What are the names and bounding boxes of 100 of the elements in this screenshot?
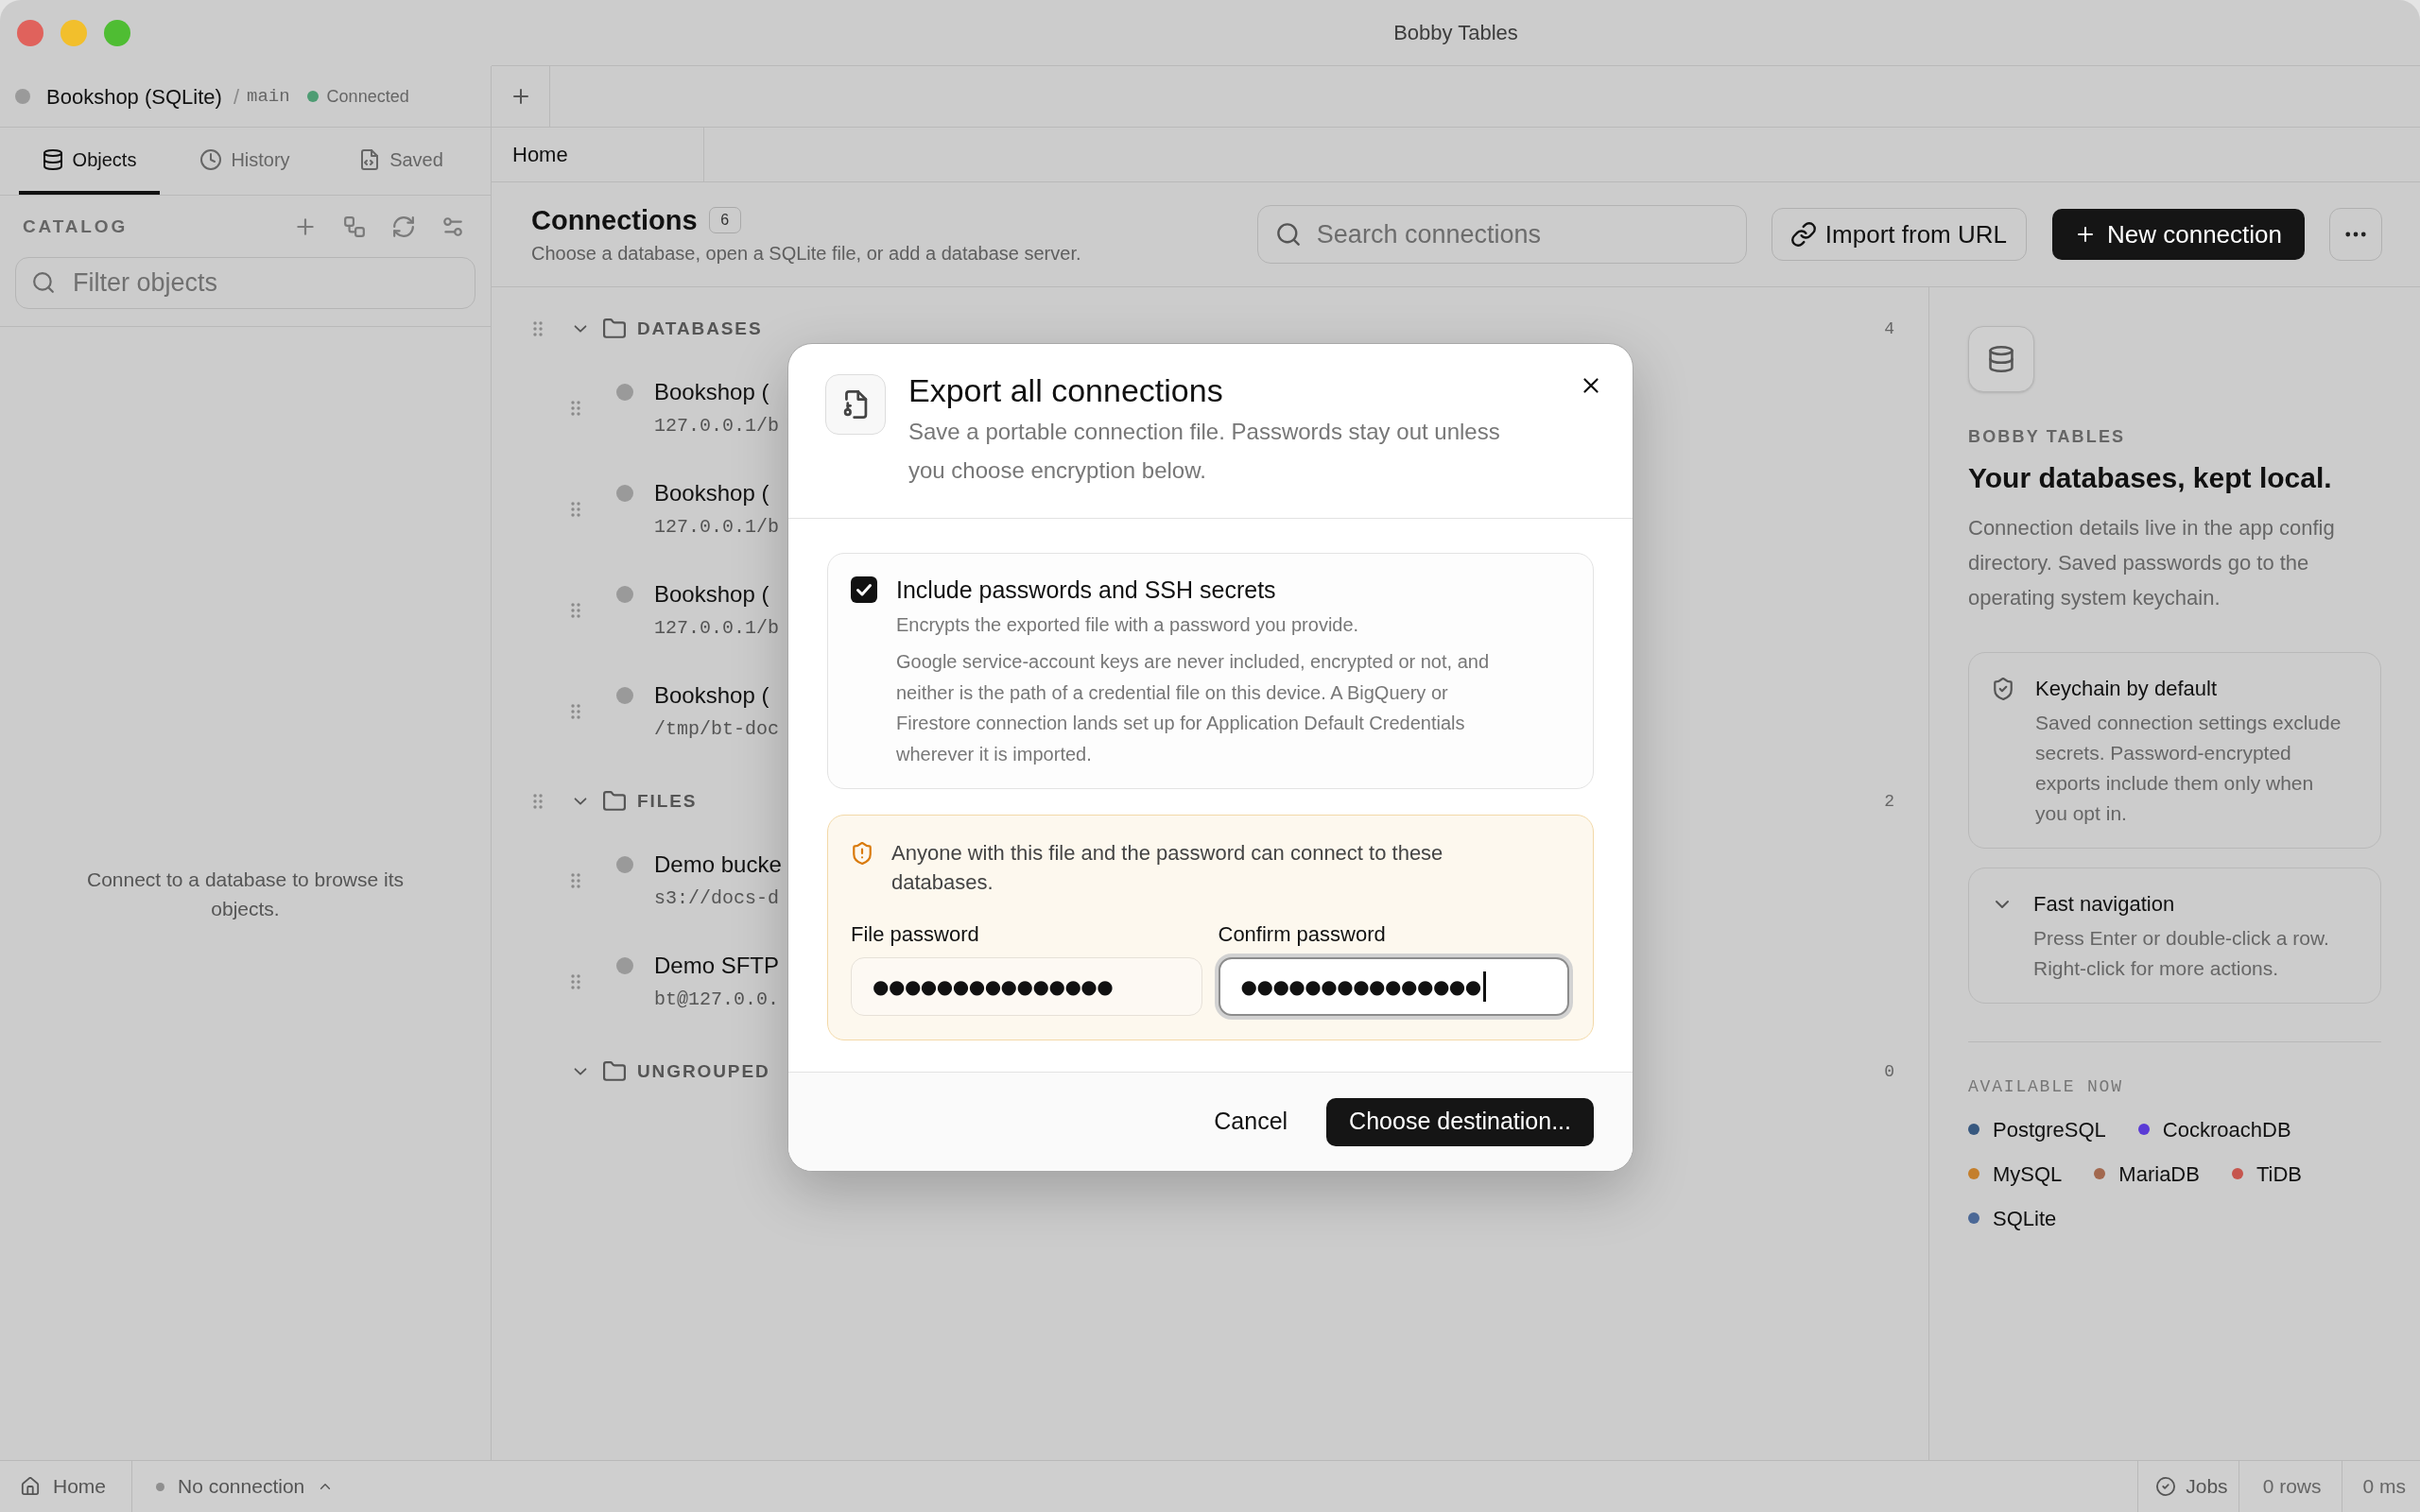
warning-text: Anyone with this file and the password can connect to these databases. [891, 840, 1444, 896]
plus-icon [2075, 224, 2096, 245]
connection-name[interactable]: Demo bucke [654, 848, 782, 881]
database-icon [1968, 326, 2034, 392]
drag-handle-icon[interactable] [571, 602, 580, 618]
panel-title: Your databases, kept local. [1968, 461, 2333, 495]
connection-address: 127.0.0.1/b [654, 514, 780, 540]
more-icon [2345, 232, 2366, 237]
connection-name[interactable]: Bookshop ( [654, 679, 780, 712]
option-label: Include passwords and SSH secrets [896, 576, 1277, 605]
linked-squares-icon[interactable] [343, 215, 366, 238]
connection-address: /tmp/bt-doc [654, 716, 780, 742]
connection-address: s3://docs-d [654, 885, 781, 911]
new-connection-button[interactable]: New connection [2052, 209, 2305, 260]
option-note: Google service-account keys are never included, encrypted or not, and neither is the path of a credential file on this device. A BigQuery or Firestore connection lands set up for Application Default Credentials wherever it is imported. [896, 650, 1491, 766]
group-count: 0 [1884, 1060, 1894, 1083]
search-icon [1275, 222, 1301, 247]
sidebar-tab[interactable]: Saved [331, 128, 472, 195]
row-count: 0 rows [2238, 1461, 2342, 1512]
window-title: Bobby Tables [1393, 20, 1518, 46]
shield-check-icon [1992, 678, 2014, 700]
window-close-button[interactable] [17, 20, 43, 46]
group-label: FILES [637, 789, 698, 813]
dialog-title: Export all connections [908, 371, 1224, 410]
field-label: Confirm password [1218, 921, 1387, 948]
page-subtitle: Choose a database, open a SQLite file, or add a database server. [531, 242, 1081, 266]
section-heading: CATALOG [23, 215, 129, 238]
section-heading: AVAILABLE NOW [1968, 1076, 2124, 1097]
group-count: 4 [1884, 318, 1894, 340]
database-name: main [247, 84, 290, 109]
choose-destination-button[interactable]: Choose destination... [1326, 1097, 1594, 1146]
card-description: Saved connection settings exclude secrets. Password-encrypted exports include them only when you opt in. [2035, 711, 2342, 826]
page-title: Connections [531, 204, 698, 237]
checkbox[interactable] [851, 576, 877, 603]
connection-menu-button[interactable]: No connection [132, 1461, 334, 1512]
drag-handle-icon[interactable] [571, 703, 580, 719]
eyebrow-label: BOBBY TABLES [1968, 426, 2127, 448]
option-description: Encrypts the exported file with a password you provide. [896, 613, 1360, 637]
drag-handle-icon[interactable] [571, 872, 580, 888]
tab[interactable]: Home [492, 128, 704, 181]
drag-handle-icon[interactable] [571, 501, 580, 517]
connection-name[interactable]: Demo SFTP [654, 949, 780, 982]
count-badge: 6 [708, 207, 741, 233]
field-label: File password [851, 921, 980, 948]
import-button[interactable]: Import from URL [1771, 208, 2027, 261]
card-title: Keychain by default [2035, 676, 2219, 702]
home-button[interactable]: Home [0, 1461, 132, 1512]
folder-icon [603, 318, 626, 340]
password-field[interactable]: ●●●●●●●●●●●●●●● [851, 957, 1202, 1016]
shield-alert-icon [851, 842, 873, 865]
card-description: Press Enter or double-click a row. Right-click for more actions. [2033, 926, 2330, 981]
drag-handle-icon[interactable] [533, 321, 543, 336]
refresh-icon[interactable] [392, 215, 415, 238]
group-label: DATABASES [637, 317, 763, 340]
text-cursor-icon [1482, 971, 1486, 1002]
engine-name: CockroachDB [2162, 1116, 2291, 1143]
connection-name[interactable]: Bookshop ( [654, 375, 780, 408]
search-field[interactable]: Search connections [1256, 205, 1747, 264]
engine-name: TiDB [2256, 1160, 2302, 1188]
empty-state-text: Connect to a database to browse its objects. [85, 867, 405, 921]
engine-name: PostgreSQL [1993, 1116, 2106, 1143]
folder-icon [603, 790, 626, 813]
sidebar-tab[interactable]: History [175, 128, 316, 195]
drag-handle-icon[interactable] [571, 400, 580, 416]
query-duration: 0 ms [2342, 1461, 2420, 1512]
connection-address: bt@127.0.0. [654, 987, 780, 1012]
connection-name[interactable]: Bookshop ( [654, 476, 780, 509]
search-icon [32, 271, 55, 294]
home-icon [21, 1477, 40, 1496]
jobs-button[interactable]: Jobs [2137, 1461, 2238, 1512]
engine-name: MariaDB [2118, 1160, 2200, 1188]
file-icon [825, 374, 886, 435]
dialog-subtitle: Save a portable connection file. Passwords stay out unless you choose encryption below. [908, 418, 1501, 485]
card-title: Fast navigation [2033, 891, 2176, 918]
connection-address: 127.0.0.1/b [654, 413, 780, 438]
group-label: UNGROUPED [637, 1059, 770, 1083]
connection-name[interactable]: Bookshop ( [654, 577, 780, 610]
cancel-button[interactable]: Cancel [1195, 1097, 1307, 1146]
plus-icon[interactable] [294, 215, 317, 238]
clock-icon [200, 148, 222, 170]
database-icon [42, 148, 63, 170]
sidebar-tab[interactable]: Objects [19, 128, 160, 195]
folder-icon [603, 1060, 626, 1083]
link-icon [1790, 222, 1816, 247]
sliders-icon[interactable] [441, 215, 464, 238]
engine-name: SQLite [1993, 1205, 2057, 1232]
connection-address: 127.0.0.1/b [654, 615, 780, 641]
group-count: 2 [1884, 790, 1894, 813]
connection-status: Connected [326, 85, 409, 108]
panel-description: Connection details live in the app config directory. Saved passwords go to the operating system keychain. [1968, 515, 2336, 611]
more-button[interactable] [2329, 208, 2382, 261]
connection-name: Bookshop (SQLite) [46, 83, 222, 111]
drag-handle-icon[interactable] [533, 794, 543, 809]
drag-handle-icon[interactable] [571, 973, 580, 989]
filter-field[interactable]: Filter objects [15, 257, 475, 309]
engine-name: MySQL [1993, 1160, 2063, 1188]
path-separator: / [233, 83, 239, 111]
window-zoom-button[interactable] [104, 20, 130, 46]
file-code-icon [359, 148, 381, 170]
check-circle-icon [2156, 1477, 2176, 1496]
